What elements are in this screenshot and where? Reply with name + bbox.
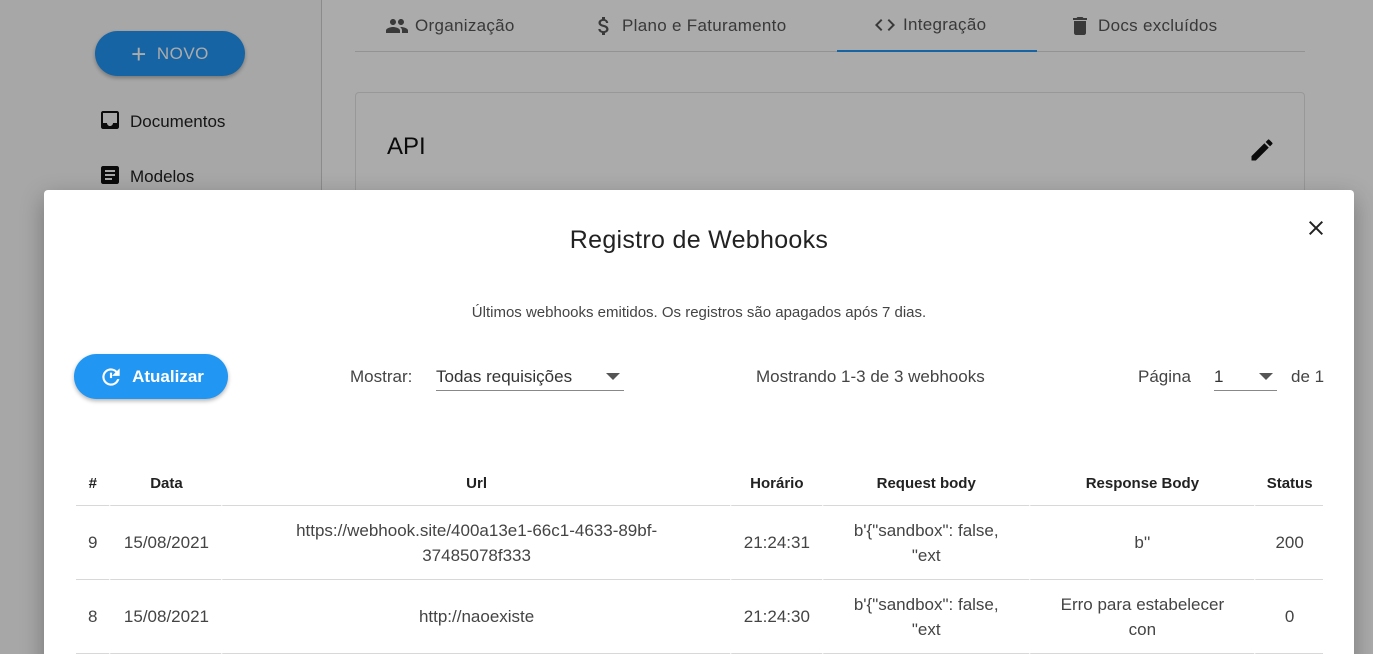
refresh-icon (102, 367, 120, 386)
cell-response-body: Erro para estabelecer con (1028, 580, 1255, 654)
refresh-button-label: Atualizar (132, 366, 204, 386)
cell-id: 9 (76, 506, 110, 580)
webhooks-table: # Data Url Horário Request body Response… (76, 462, 1323, 654)
table-row[interactable]: 9 15/08/2021 https://webhook.site/400a13… (76, 506, 1323, 580)
cell-url: http://naoexiste (221, 580, 730, 654)
table-header-row: # Data Url Horário Request body Response… (76, 462, 1323, 506)
cell-time: 21:24:30 (729, 580, 822, 654)
page-label: Página (1138, 367, 1191, 386)
show-filter-value: Todas requisições (436, 366, 573, 386)
page-select[interactable]: 1 (1214, 363, 1277, 391)
page-select-value: 1 (1214, 366, 1224, 386)
page-total: de 1 (1291, 367, 1325, 386)
show-filter-label: Mostrar: (350, 367, 413, 386)
cell-request-body: b'{"sandbox": false, "ext (821, 506, 1029, 580)
cell-request-body: b'{"sandbox": false, "ext (821, 580, 1029, 654)
chevron-down-icon (606, 373, 620, 380)
chevron-down-icon (1259, 373, 1273, 380)
modal-subtitle: Últimos webhooks emitidos. Os registros … (471, 304, 927, 321)
column-header: Url (221, 462, 730, 506)
refresh-button[interactable]: Atualizar (74, 354, 228, 399)
column-header: Response Body (1028, 462, 1255, 506)
column-header: Status (1254, 462, 1323, 506)
table-row[interactable]: 8 15/08/2021 http://naoexiste 21:24:30 b… (76, 580, 1323, 654)
webhooks-modal: Registro de Webhooks Últimos webhooks em… (44, 190, 1354, 654)
cell-url: https://webhook.site/400a13e1-66c1-4633-… (221, 506, 730, 580)
cell-time: 21:24:31 (729, 506, 822, 580)
cell-id: 8 (76, 580, 110, 654)
column-header: Horário (729, 462, 822, 506)
modal-title: Registro de Webhooks (569, 226, 829, 254)
cell-date: 15/08/2021 (109, 580, 222, 654)
cell-status: 0 (1254, 580, 1323, 654)
show-filter-select[interactable]: Todas requisições (436, 363, 624, 391)
cell-response-body: b'' (1028, 506, 1255, 580)
column-header: Request body (821, 462, 1029, 506)
cell-date: 15/08/2021 (109, 506, 222, 580)
column-header: # (76, 462, 110, 506)
results-count: Mostrando 1-3 de 3 webhooks (756, 367, 985, 386)
close-icon[interactable] (1304, 216, 1328, 240)
column-header: Data (109, 462, 222, 506)
cell-status: 200 (1254, 506, 1323, 580)
